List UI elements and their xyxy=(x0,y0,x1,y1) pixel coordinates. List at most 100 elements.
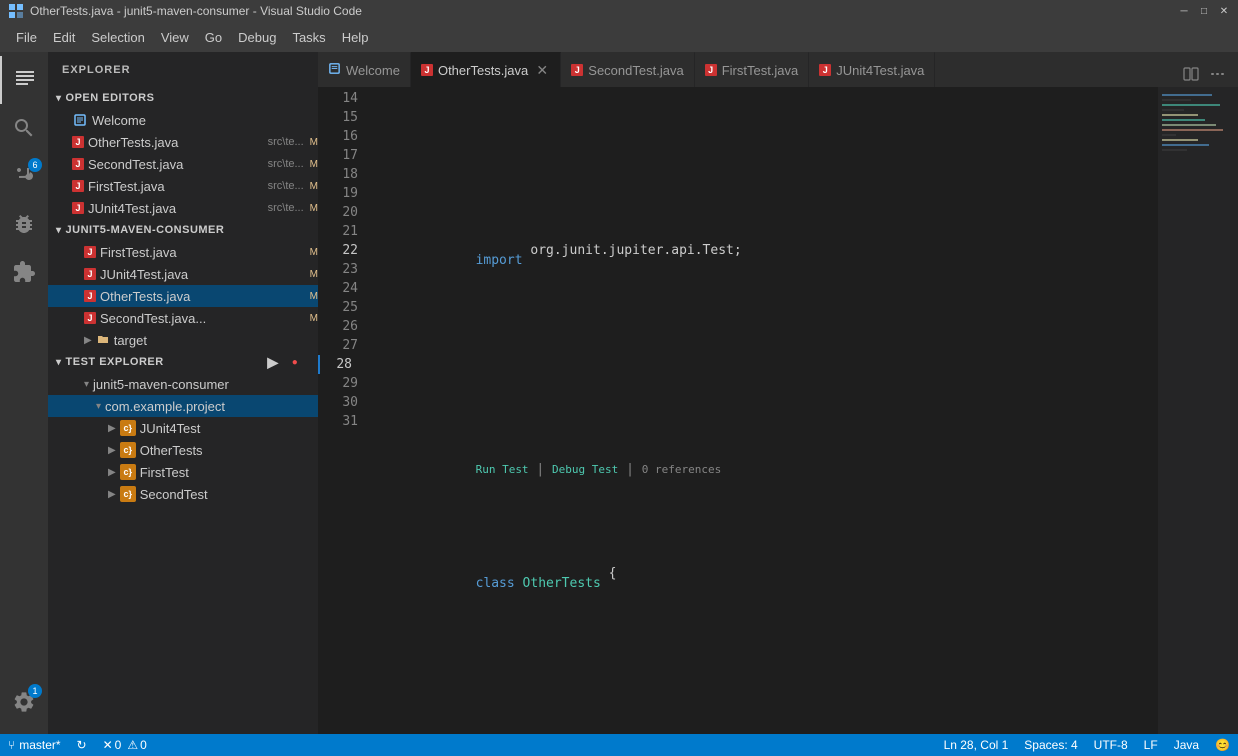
menu-debug[interactable]: Debug xyxy=(230,26,284,49)
test-class-junit4[interactable]: ▶ c} JUnit4Test xyxy=(48,417,318,439)
junit4test-modified: M xyxy=(310,203,318,214)
firsttest-file[interactable]: J FirstTest.java M xyxy=(48,241,318,263)
open-editors-section[interactable]: ▾ OPEN EDITORS xyxy=(48,87,318,109)
secondtest-class-chevron: ▶ xyxy=(108,489,116,500)
language-mode[interactable]: Java xyxy=(1166,734,1207,756)
open-editor-junit4test[interactable]: J JUnit4Test.java src\te... M xyxy=(48,197,318,219)
app-icon xyxy=(8,3,24,19)
test-explorer-chevron: ▾ xyxy=(56,357,62,368)
othertests-tree-modified: M xyxy=(310,291,318,302)
more-button[interactable] xyxy=(1204,61,1230,87)
branch-name: master* xyxy=(19,738,60,752)
line-ending[interactable]: LF xyxy=(1136,734,1166,756)
package-item-chevron: ▾ xyxy=(96,401,101,412)
title-text: OtherTests.java - junit5-maven-consumer … xyxy=(30,4,1178,18)
sync-button[interactable]: ↻ xyxy=(69,734,95,756)
secondtest-tab-label: SecondTest.java xyxy=(588,63,683,78)
tab-welcome[interactable]: Welcome xyxy=(318,52,411,87)
close-button[interactable]: ✕ xyxy=(1218,5,1230,17)
target-chevron: ▶ xyxy=(84,335,92,346)
code-content[interactable]: import org.junit.jupiter.api.Test; Run T… xyxy=(366,87,1158,734)
tab-firsttest[interactable]: J FirstTest.java xyxy=(695,52,810,87)
junit4test-tab-label: JUnit4Test.java xyxy=(836,63,924,78)
secondtest-path: src\te... xyxy=(268,158,304,170)
maximize-button[interactable]: □ xyxy=(1198,5,1210,17)
target-label: target xyxy=(114,333,318,348)
line-numbers: 14 15 16 17 18 19 20 21 22 23 24 25 26 2… xyxy=(318,87,366,734)
junit4test-tab-icon: J xyxy=(819,64,831,76)
firsttest-class-label: FirstTest xyxy=(140,465,189,480)
errors-indicator[interactable]: ✕ 0 ⚠ 0 xyxy=(95,734,155,756)
editor-area: Welcome J OtherTests.java ✕ J SecondTest… xyxy=(318,52,1238,734)
project-section[interactable]: ▾ JUNIT5-MAVEN-CONSUMER xyxy=(48,219,318,241)
explorer-header: EXPLORER xyxy=(48,52,318,87)
error-count: 0 xyxy=(115,738,122,752)
cursor-position[interactable]: Ln 28, Col 1 xyxy=(936,734,1017,756)
secondtest-tab-icon: J xyxy=(571,64,583,76)
secondtest-file[interactable]: J SecondTest.java... M xyxy=(48,307,318,329)
tab-junit4test[interactable]: J JUnit4Test.java xyxy=(809,52,935,87)
othertests-tree-label: OtherTests.java xyxy=(100,289,308,304)
encoding[interactable]: UTF-8 xyxy=(1086,734,1136,756)
main-layout: 6 1 EXPLORER ▾ OPEN EDITORS xyxy=(0,52,1238,734)
open-editor-firsttest[interactable]: J FirstTest.java src\te... M xyxy=(48,175,318,197)
activity-debug[interactable] xyxy=(0,200,48,248)
othertests-tab-close[interactable]: ✕ xyxy=(534,62,550,78)
othertests-file[interactable]: J OtherTests.java M xyxy=(48,285,318,307)
activity-explorer[interactable] xyxy=(0,56,48,104)
explorer-title: EXPLORER xyxy=(62,64,131,76)
secondtest-tree-modified: M xyxy=(310,313,318,324)
activity-search[interactable] xyxy=(0,104,48,152)
secondtest-tree-label: SecondTest.java... xyxy=(100,311,308,326)
test-class-othertests[interactable]: ▶ c} OtherTests xyxy=(48,439,318,461)
junit4test-file[interactable]: J JUnit4Test.java M xyxy=(48,263,318,285)
open-editor-othertests[interactable]: J OtherTests.java src\te... M xyxy=(48,131,318,153)
othertests-class-label: OtherTests xyxy=(140,443,203,458)
minimize-button[interactable]: ─ xyxy=(1178,5,1190,17)
test-class-secondtest[interactable]: ▶ c} SecondTest xyxy=(48,483,318,505)
junit4test-tree-icon: J xyxy=(84,268,96,280)
code-line-15: import org.junit.jupiter.api.Test; xyxy=(366,241,1158,279)
menu-file[interactable]: File xyxy=(8,26,45,49)
split-editor-button[interactable] xyxy=(1178,61,1204,87)
test-explorer-section[interactable]: ▾ TEST EXPLORER ▶ ● xyxy=(48,351,318,373)
othertests-path: src\te... xyxy=(268,136,304,148)
activity-settings[interactable]: 1 xyxy=(0,678,48,726)
open-editor-welcome[interactable]: Welcome xyxy=(48,109,318,131)
menu-help[interactable]: Help xyxy=(334,26,377,49)
test-explorer-actions: ▶ ● xyxy=(264,353,310,371)
record-button[interactable]: ● xyxy=(286,353,304,371)
activity-source-control[interactable]: 6 xyxy=(0,152,48,200)
run-tests-button[interactable]: ▶ xyxy=(264,353,282,371)
test-class-firsttest[interactable]: ▶ c} FirstTest xyxy=(48,461,318,483)
tab-secondtest[interactable]: J SecondTest.java xyxy=(561,52,694,87)
indentation[interactable]: Spaces: 4 xyxy=(1016,734,1085,756)
editor-content[interactable]: 14 15 16 17 18 19 20 21 22 23 24 25 26 2… xyxy=(318,87,1238,734)
firsttest-tree-modified: M xyxy=(310,247,318,258)
source-control-badge: 6 xyxy=(28,158,42,172)
firsttest-class-chevron: ▶ xyxy=(108,467,116,478)
junit4test-open-label: JUnit4Test.java xyxy=(88,201,264,216)
test-package-item[interactable]: ▾ com.example.project xyxy=(48,395,318,417)
error-icon: ✕ xyxy=(103,738,113,752)
menu-go[interactable]: Go xyxy=(197,26,230,49)
menu-tasks[interactable]: Tasks xyxy=(284,26,333,49)
project-chevron: ▾ xyxy=(56,225,62,236)
tab-othertests[interactable]: J OtherTests.java ✕ xyxy=(411,52,561,87)
activity-extensions[interactable] xyxy=(0,248,48,296)
code-line-19 xyxy=(366,678,1158,697)
activity-bar: 6 1 xyxy=(0,52,48,734)
menu-view[interactable]: View xyxy=(153,26,197,49)
test-project-item[interactable]: ▾ junit5-maven-consumer xyxy=(48,373,318,395)
junit4test-file-icon: J xyxy=(72,202,84,214)
feedback-button[interactable]: 😊 xyxy=(1207,734,1238,756)
welcome-tab-label: Welcome xyxy=(346,63,400,78)
code-line-17: Run Test | Debug Test | 0 references xyxy=(366,450,1158,488)
junit4test-tree-modified: M xyxy=(310,269,318,280)
secondtest-open-label: SecondTest.java xyxy=(88,157,264,172)
menu-edit[interactable]: Edit xyxy=(45,26,83,49)
git-branch[interactable]: ⑂ master* xyxy=(0,734,69,756)
menu-selection[interactable]: Selection xyxy=(83,26,152,49)
target-folder[interactable]: ▶ target xyxy=(48,329,318,351)
open-editor-secondtest[interactable]: J SecondTest.java src\te... M xyxy=(48,153,318,175)
